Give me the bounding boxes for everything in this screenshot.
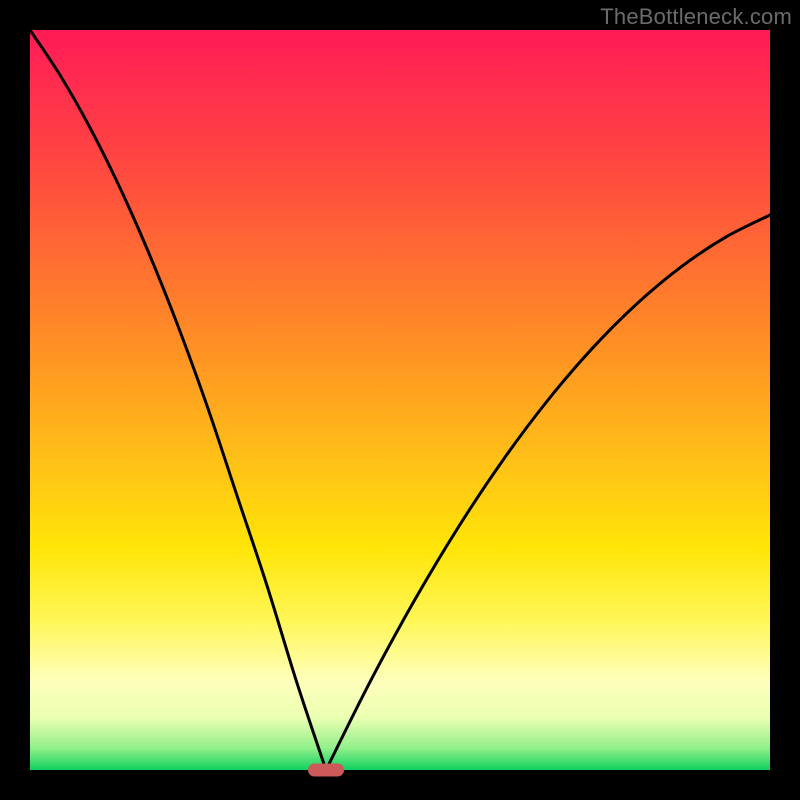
watermark-text: TheBottleneck.com bbox=[600, 4, 792, 30]
curve-layer bbox=[30, 30, 770, 770]
bottleneck-marker bbox=[308, 764, 344, 777]
chart-frame: TheBottleneck.com bbox=[0, 0, 800, 800]
plot-area bbox=[30, 30, 770, 770]
left-branch-curve bbox=[30, 30, 326, 770]
right-branch-curve bbox=[326, 215, 770, 770]
